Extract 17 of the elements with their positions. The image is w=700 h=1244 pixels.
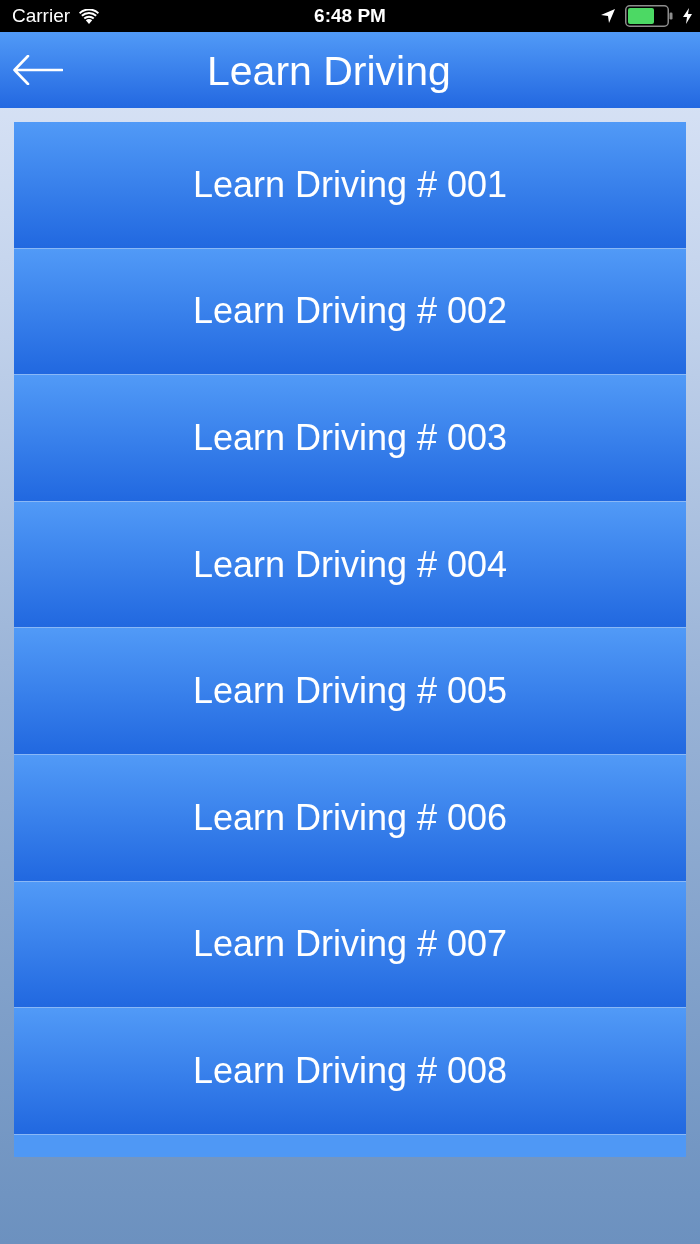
wifi-icon (79, 8, 100, 24)
list-item[interactable]: Learn Driving # 007 (14, 881, 686, 1009)
left-arrow-icon (13, 55, 63, 85)
back-button[interactable] (13, 55, 63, 85)
nav-title: Learn Driving (207, 47, 451, 95)
status-time: 6:48 PM (314, 5, 386, 27)
list-item[interactable]: Learn Driving # 005 (14, 628, 686, 755)
list-item[interactable]: Learn Driving # 003 (14, 375, 686, 502)
location-arrow-icon (601, 9, 615, 23)
list-item[interactable]: Learn Driving # 006 (14, 754, 686, 882)
battery-icon (625, 5, 673, 27)
list-item[interactable]: Learn Driving # 004 (14, 501, 686, 629)
list-item[interactable]: Learn Driving # 008 (14, 1008, 686, 1135)
list-item[interactable]: Learn Driving # 002 (14, 248, 686, 376)
carrier-name: Carrier (12, 5, 71, 27)
list-item[interactable]: Learn Driving # 001 (14, 122, 686, 249)
charging-bolt-icon (683, 8, 692, 24)
